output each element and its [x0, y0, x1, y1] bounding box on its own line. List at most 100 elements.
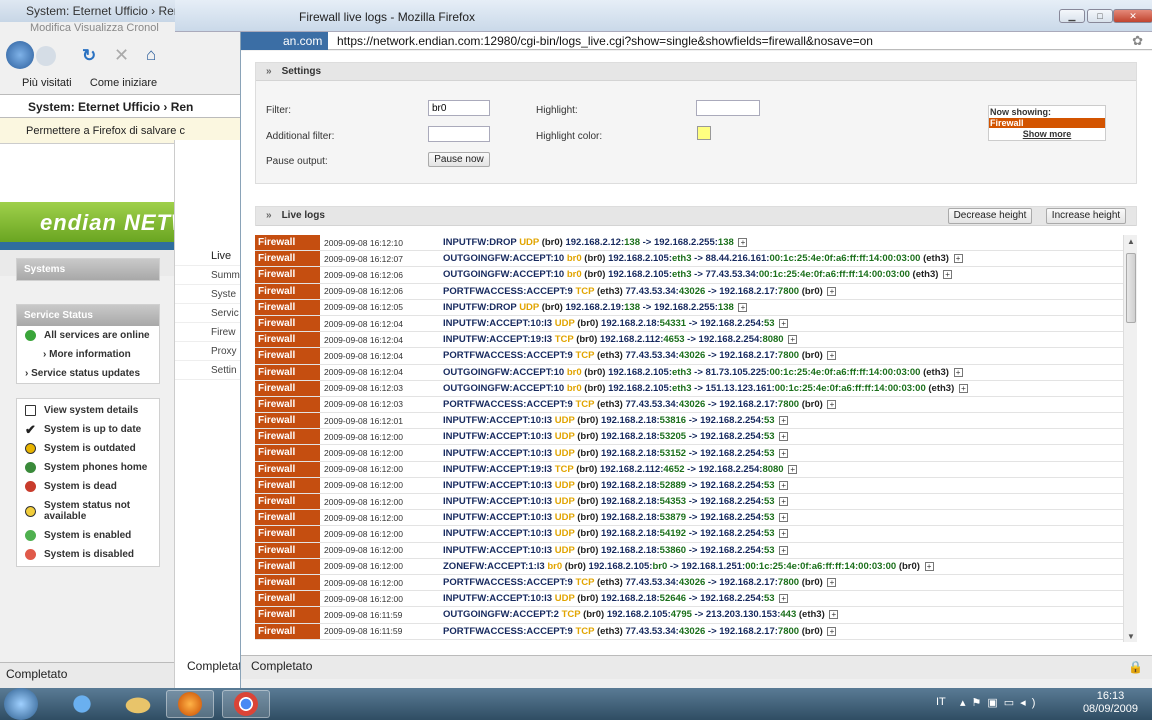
stop-icon[interactable]: ✕ — [114, 45, 129, 66]
window-titlebar[interactable]: Firewall live logs - Mozilla Firefox ▁ □… — [175, 0, 1152, 32]
bg-menu-summary[interactable]: Summ — [175, 266, 240, 285]
log-timestamp-cell: 2009-09-08 16:12:00 — [324, 593, 403, 604]
svc-status-updates[interactable]: › Service status updates — [17, 364, 159, 383]
collapse-icon: » — [266, 210, 272, 221]
expand-row-icon[interactable]: + — [827, 578, 837, 588]
settings-header[interactable]: » Settings — [256, 63, 1136, 81]
url-text[interactable]: https://network.endian.com:12980/cgi-bin… — [337, 34, 873, 48]
highlight-color-swatch[interactable] — [697, 126, 711, 140]
pause-output-label: Pause output: — [266, 156, 328, 167]
pause-now-button[interactable]: Pause now — [428, 152, 490, 167]
back-icon[interactable] — [6, 41, 34, 69]
folder-icon[interactable] — [114, 690, 162, 718]
bg-menu-live[interactable]: Live — [175, 246, 240, 266]
expand-row-icon[interactable]: + — [827, 626, 837, 636]
maximize-button[interactable]: □ — [1087, 9, 1113, 23]
legend-box: View system details ✔ System is up to dat… — [16, 398, 160, 567]
expand-row-icon[interactable]: + — [827, 351, 837, 361]
expand-row-icon[interactable]: + — [788, 335, 798, 345]
expand-row-icon[interactable]: + — [943, 270, 953, 280]
log-to-port: 8080 — [762, 463, 784, 475]
log-timestamp-cell: 2009-09-08 16:12:00 — [324, 480, 403, 491]
bg-menu-firewall[interactable]: Firew — [175, 323, 240, 342]
log-from-port: 43026 — [678, 625, 706, 637]
site-identity-button[interactable]: an.com — [241, 32, 329, 50]
log-from-port: 52646 — [659, 593, 687, 605]
expand-row-icon[interactable]: + — [779, 513, 789, 523]
log-interface: (eth3) — [596, 625, 623, 637]
scroll-up-icon[interactable]: ▲ — [1127, 237, 1135, 246]
expand-row-icon[interactable]: + — [827, 286, 837, 296]
home-icon[interactable]: ⌂ — [146, 45, 156, 65]
scroll-down-icon[interactable]: ▼ — [1127, 632, 1135, 641]
log-source-cell: Firewall — [255, 607, 321, 623]
show-more-link[interactable]: Show more — [989, 128, 1105, 140]
expand-row-icon[interactable]: + — [829, 610, 839, 620]
log-source-cell: Firewall — [255, 283, 321, 299]
bg-menu-service[interactable]: Servic — [175, 304, 240, 323]
log-to: 192.168.2.254: — [700, 431, 765, 443]
bookmark-getting-started[interactable]: Come iniziare — [90, 77, 157, 89]
log-source-cell: Firewall — [255, 364, 321, 380]
expand-row-icon[interactable]: + — [788, 464, 798, 474]
bg-menu-settings[interactable]: Settin — [175, 361, 240, 380]
filter-input[interactable] — [428, 100, 490, 116]
bg-tab[interactable]: System: Eternet Ufficio › Ren — [0, 94, 240, 118]
log-extra: (eth3) — [923, 366, 949, 378]
expand-row-icon[interactable]: + — [958, 383, 968, 393]
increase-height-button[interactable]: Increase height — [1046, 208, 1126, 224]
minimize-button[interactable]: ▁ — [1059, 9, 1085, 23]
expand-row-icon[interactable]: + — [924, 561, 934, 571]
reload-icon[interactable]: ↻ — [82, 46, 96, 66]
expand-row-icon[interactable]: + — [738, 238, 748, 248]
expand-row-icon[interactable]: + — [779, 319, 789, 329]
log-source-cell: Firewall — [255, 461, 321, 477]
close-button[interactable]: ✕ — [1113, 9, 1152, 23]
additional-filter-input[interactable] — [428, 126, 490, 142]
log-message: OUTGOINGFW:ACCEPT:10 br0 (br0) 192.168.2… — [441, 383, 968, 394]
expand-row-icon[interactable]: + — [779, 594, 789, 604]
expand-row-icon[interactable]: + — [779, 448, 789, 458]
log-message: INPUTFW:ACCEPT:10:l3 UDP (br0) 192.168.2… — [441, 415, 789, 426]
svc-more-info[interactable]: › More information — [17, 345, 159, 364]
log-arrow: -> — [688, 447, 698, 459]
log-source-cell: Firewall — [255, 494, 321, 510]
log-from-port: 43026 — [678, 285, 706, 297]
log-timestamp-cell: 2009-09-08 16:12:04 — [324, 318, 403, 329]
log-from: 192.168.2.18: — [601, 544, 660, 556]
log-interface: (br0) — [577, 544, 599, 556]
showing-firewall-item[interactable]: Firewall — [989, 118, 1105, 128]
expand-row-icon[interactable]: + — [779, 529, 789, 539]
bg-menu-system[interactable]: Syste — [175, 285, 240, 304]
expand-row-icon[interactable]: + — [779, 480, 789, 490]
log-scrollbar[interactable]: ▲ ▼ — [1123, 235, 1137, 642]
log-interface: (br0) — [576, 334, 598, 346]
scroll-thumb[interactable] — [1126, 253, 1136, 323]
expand-row-icon[interactable]: + — [738, 302, 748, 312]
address-bar[interactable]: an.com https://network.endian.com:12980/… — [241, 32, 1152, 50]
bookmark-most-visited[interactable]: Più visitati — [22, 77, 72, 89]
bg-menu-proxy[interactable]: Proxy — [175, 342, 240, 361]
expand-row-icon[interactable]: + — [779, 545, 789, 555]
expand-row-icon[interactable]: + — [953, 367, 963, 377]
highlight-input[interactable] — [696, 100, 760, 116]
tray-icons[interactable]: ▴⚑▣▭◂) — [960, 696, 1041, 709]
expand-row-icon[interactable]: + — [953, 254, 963, 264]
expand-row-icon[interactable]: + — [779, 432, 789, 442]
clock[interactable]: 16:13 08/09/2009 — [1083, 690, 1138, 716]
log-rule: ZONEFW:ACCEPT:1:l3 — [443, 560, 545, 572]
svc-all-online[interactable]: All services are online — [17, 326, 159, 345]
start-button[interactable] — [4, 688, 38, 720]
systems-heading[interactable]: Systems — [17, 259, 159, 280]
firefox-icon[interactable] — [166, 690, 214, 718]
ie-icon[interactable] — [58, 690, 106, 718]
decrease-height-button[interactable]: Decrease height — [948, 208, 1032, 224]
chrome-icon[interactable] — [222, 690, 270, 718]
forward-icon[interactable] — [36, 46, 56, 66]
log-message: INPUTFW:ACCEPT:10:l3 UDP (br0) 192.168.2… — [441, 512, 789, 523]
expand-row-icon[interactable]: + — [779, 416, 789, 426]
expand-row-icon[interactable]: + — [827, 399, 837, 409]
expand-row-icon[interactable]: + — [779, 497, 789, 507]
language-indicator[interactable]: IT — [936, 696, 946, 708]
legend-label: System is outdated — [44, 443, 136, 454]
